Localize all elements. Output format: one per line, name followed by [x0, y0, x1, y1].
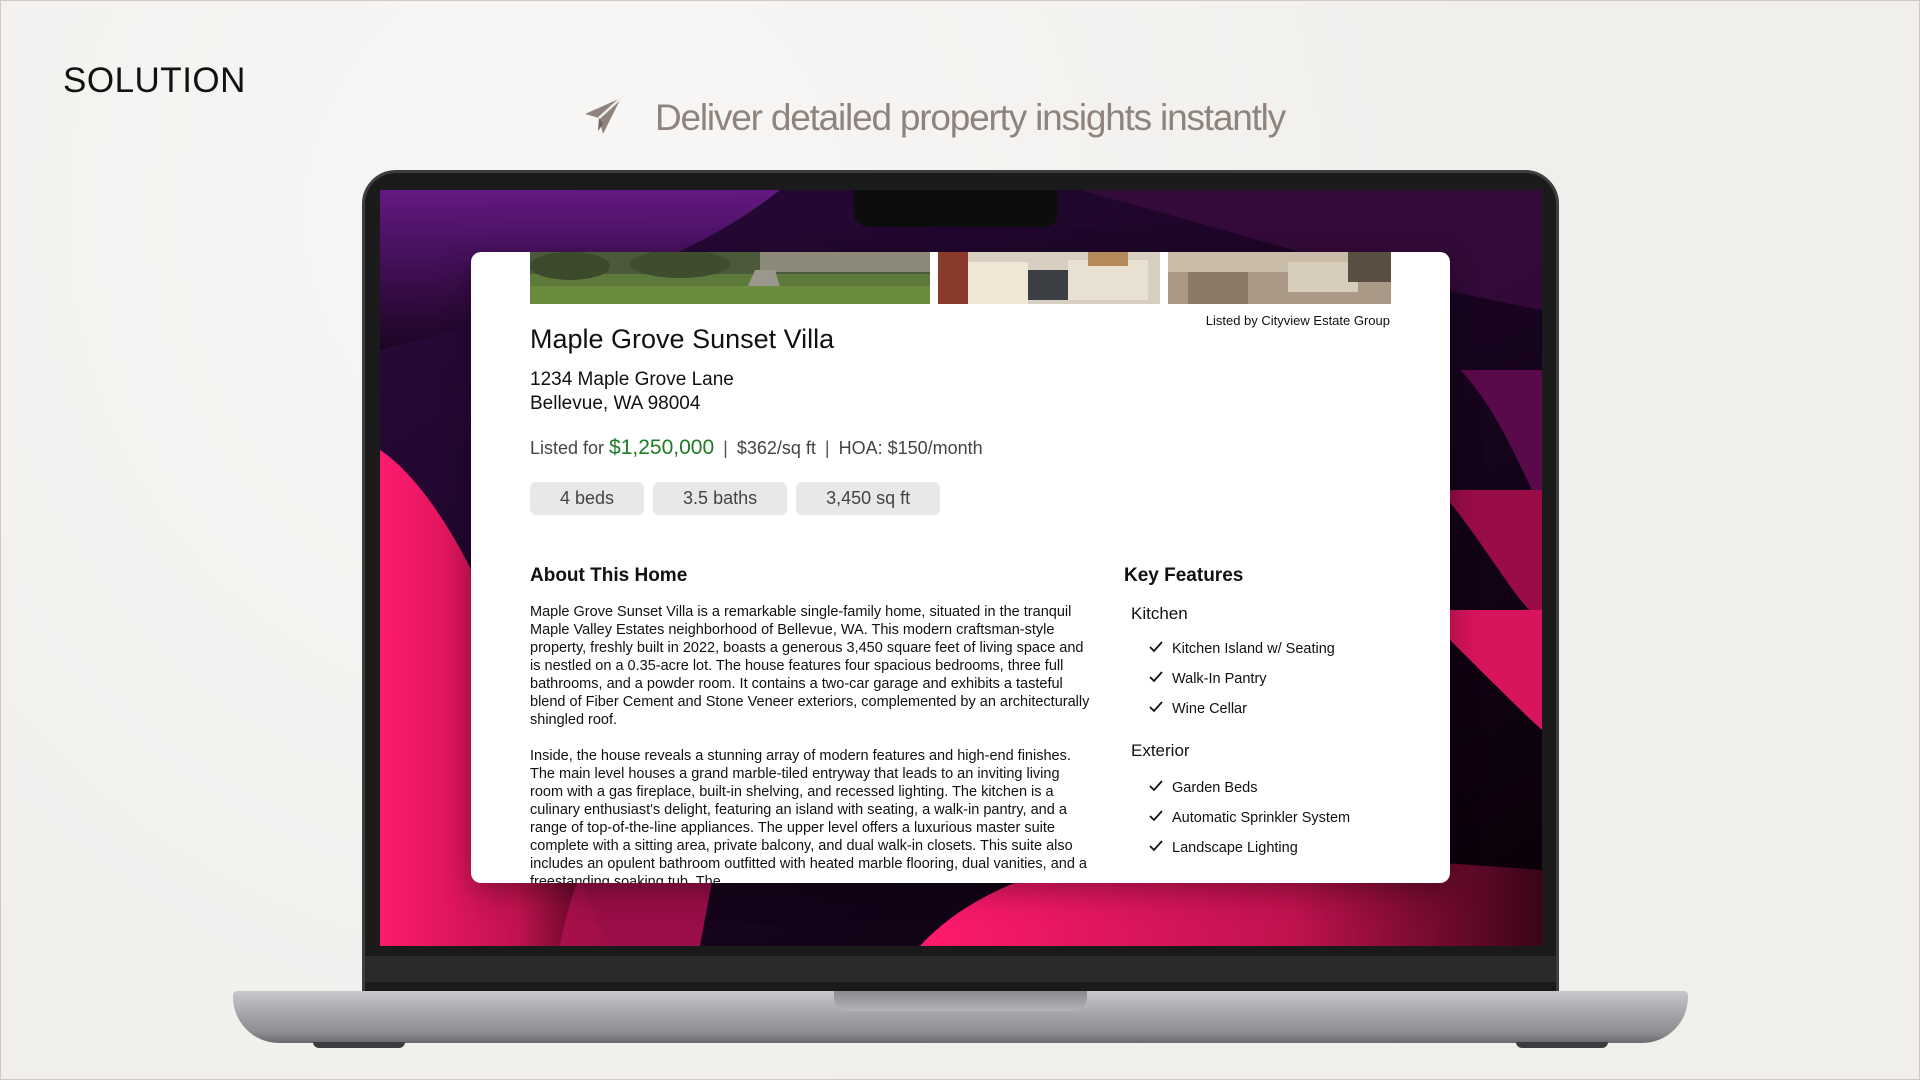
camera-notch — [854, 190, 1058, 227]
feature-item: Kitchen Island w/ Seating — [1148, 640, 1335, 658]
check-icon — [1148, 670, 1164, 688]
feature-label: Automatic Sprinkler System — [1172, 810, 1351, 826]
feature-label: Garden Beds — [1172, 780, 1258, 796]
baths-chip: 3.5 baths — [653, 482, 788, 515]
bottom-bezel — [365, 946, 1556, 994]
tagline-text: Deliver detailed property insights insta… — [655, 97, 1286, 138]
separator: | — [824, 438, 830, 458]
feature-item: Wine Cellar — [1148, 700, 1247, 718]
feature-label: Walk-In Pantry — [1172, 671, 1267, 687]
property-title: Maple Grove Sunset Villa — [530, 324, 835, 354]
property-address: 1234 Maple Grove Lane Bellevue, WA 98004 — [530, 368, 734, 416]
price-per-sqft: $362/sq ft — [736, 438, 816, 458]
slide-label: SOLUTION — [63, 61, 246, 100]
laptop-foot — [1516, 1042, 1608, 1048]
slide: SOLUTION Deliver detailed property insig… — [0, 0, 1920, 1080]
address-line-2: Bellevue, WA 98004 — [530, 393, 701, 414]
feature-group-exterior: Exterior — [1131, 741, 1190, 760]
listing-price: $1,250,000 — [609, 436, 715, 459]
separator: | — [723, 438, 728, 458]
beds-chip: 4 beds — [530, 482, 645, 515]
price-line: Listed for $1,250,000 | $362/sq ft | HOA… — [530, 436, 983, 460]
photo-living-room[interactable] — [938, 252, 1160, 304]
about-paragraph: Maple Grove Sunset Villa is a remarkable… — [530, 604, 1090, 728]
feature-item: Automatic Sprinkler System — [1148, 809, 1350, 827]
photo-dining-room[interactable] — [1168, 252, 1391, 304]
check-icon — [1148, 640, 1164, 658]
tagline: Deliver detailed property insights insta… — [581, 93, 1286, 143]
sqft-chip: 3,450 sq ft — [796, 482, 941, 515]
feature-item: Walk-In Pantry — [1148, 670, 1267, 688]
feature-item: Landscape Lighting — [1148, 839, 1298, 857]
laptop-foot — [313, 1042, 405, 1048]
feature-label: Landscape Lighting — [1172, 840, 1298, 856]
check-icon — [1148, 839, 1164, 857]
listing-agent: Listed by Cityview Estate Group — [1205, 313, 1390, 328]
feature-label: Kitchen Island w/ Seating — [1172, 641, 1335, 657]
paper-plane-icon — [581, 94, 625, 143]
about-description: Maple Grove Sunset Villa is a remarkable… — [530, 603, 1092, 883]
price-prefix: Listed for — [530, 438, 605, 458]
check-icon — [1148, 779, 1164, 797]
feature-item: Garden Beds — [1148, 779, 1257, 797]
about-title: About This Home — [530, 565, 688, 586]
key-features-title: Key Features — [1124, 565, 1244, 586]
hoa-fee: HOA: $150/month — [838, 438, 983, 458]
about-paragraph: Inside, the house reveals a stunning arr… — [530, 748, 1087, 883]
address-line-1: 1234 Maple Grove Lane — [530, 369, 734, 390]
feature-label: Wine Cellar — [1172, 701, 1247, 717]
base-notch — [834, 991, 1087, 1011]
photo-exterior[interactable] — [530, 252, 930, 304]
feature-group-kitchen: Kitchen — [1131, 604, 1188, 623]
check-icon — [1148, 809, 1164, 827]
listing-card: Listed by Cityview Estate Group Maple Gr… — [471, 252, 1450, 883]
property-stats: 4 beds 3.5 baths 3,450 sq ft — [530, 482, 941, 515]
check-icon — [1148, 700, 1164, 718]
